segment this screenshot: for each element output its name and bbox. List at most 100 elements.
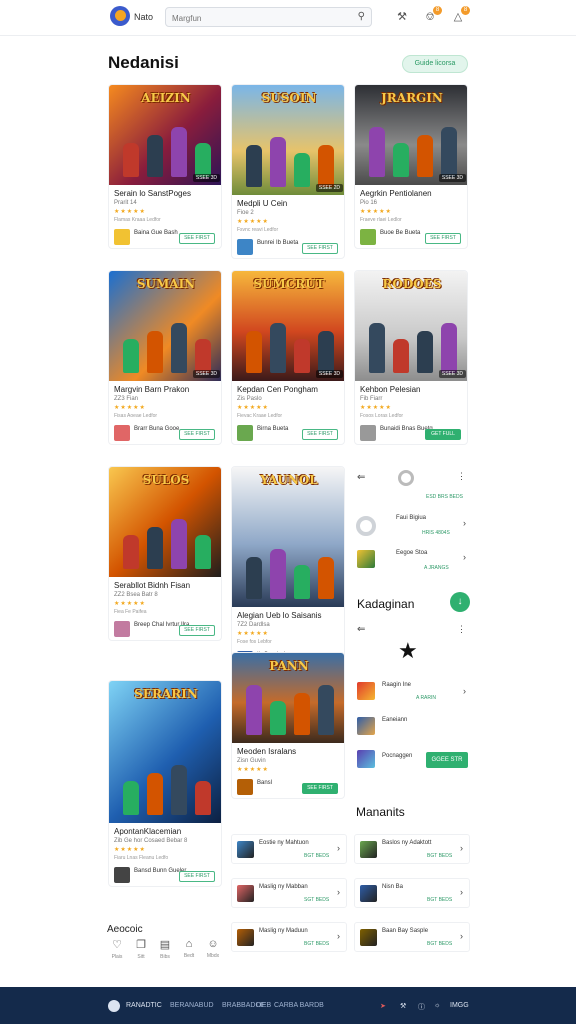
card-footer: Baina Gue Bash SEE FIRST — [109, 226, 221, 248]
bottom-nav-item[interactable]: ▤ Bibs — [155, 938, 175, 960]
app-logo[interactable] — [110, 6, 130, 26]
bottom-nav-item[interactable]: ♡ Plais — [107, 938, 127, 960]
game-card[interactable]: JRARGIN SSEE 3D Aegrkin Pentiolanen Pio 16 ★… — [354, 84, 468, 249]
bottom-nav-item[interactable]: ❐ Sitt — [131, 938, 151, 960]
developer-avatar[interactable] — [237, 425, 253, 441]
back-arrow-icon[interactable]: ⇐ — [357, 624, 365, 635]
developer-avatar[interactable] — [360, 425, 376, 441]
cover-tag: SSEE 3D — [438, 174, 466, 182]
cart-icon[interactable]: △ 8 — [450, 6, 470, 25]
cover-tag: SSEE 3D — [438, 370, 466, 378]
footer-link-4[interactable]: CARBA BARDB — [274, 1002, 324, 1009]
info-icon[interactable]: ⓘ — [418, 1002, 425, 1012]
game-card[interactable]: AEIZIN SSEE 3D Serain lo SanstPoges Prarit … — [108, 84, 222, 249]
list-item[interactable]: Maslig ny Maduun BGT BEDS › — [231, 922, 347, 952]
game-cover-art[interactable]: AEIZIN SSEE 3D — [109, 85, 221, 185]
search-icon[interactable]: ⚲ — [358, 11, 365, 22]
developer-avatar[interactable] — [237, 239, 253, 255]
side-get-button[interactable]: GGEE STR — [426, 752, 468, 768]
game-card[interactable]: YAUNOL Alegian Ueb lo Saisanis 7Z2 Dardlsa… — [231, 466, 345, 671]
character-figure — [441, 323, 457, 373]
game-card[interactable]: PANN Meoden Isralans Zisn Guvin ★★★★★ Bansl S… — [231, 652, 345, 799]
chevron-right-icon[interactable]: › — [460, 931, 463, 941]
game-cover-title: JRARGIN — [381, 91, 443, 105]
game-card[interactable]: SUSOIN SSEE 2D Medpli U Cein Fioe 2 ★★★★★ Fsv… — [231, 84, 345, 259]
character-figure — [393, 143, 409, 177]
bottom-nav-item[interactable]: ⌂ Bedt — [179, 938, 199, 959]
game-cover-art[interactable]: PANN — [232, 653, 344, 743]
list-item[interactable]: Nisn Ba BGT BEDS › — [354, 878, 470, 908]
chevron-right-icon[interactable]: › — [463, 518, 466, 528]
game-cover-art[interactable]: SUMCRUT SSEE 3D — [232, 271, 344, 381]
game-thumb-icon[interactable] — [357, 550, 375, 568]
footer-link-1[interactable]: BERANABUD — [170, 1002, 214, 1009]
game-card[interactable]: RODOES SSEE 3D Kehbon Pelesian Fib Fiarr ★★★… — [354, 270, 468, 445]
list-item[interactable]: Baslos ny Adaktott BGT BEDS › — [354, 834, 470, 864]
bell-icon[interactable]: ⎊ 8 — [422, 6, 442, 25]
game-cover-art[interactable]: SULOS — [109, 467, 221, 577]
chevron-right-icon[interactable]: › — [463, 552, 466, 562]
card-action-button[interactable]: SEE FIRST — [302, 243, 338, 254]
card-action-button[interactable]: SEE FIRST — [179, 871, 215, 882]
card-action-button[interactable]: SEE FIRST — [179, 625, 215, 636]
game-title: Alegian Ueb lo Saisanis — [237, 611, 322, 620]
developer-avatar[interactable] — [114, 867, 130, 883]
game-thumb-icon[interactable] — [357, 682, 375, 700]
footer-logo-icon[interactable] — [108, 1000, 120, 1012]
game-card[interactable]: SUMAIN SSEE 3D Margvin Barn Prakon ZZ3 Fian… — [108, 270, 222, 445]
game-cover-art[interactable]: YAUNOL — [232, 467, 344, 607]
game-cover-art[interactable]: SERARIN — [109, 681, 221, 823]
search-box[interactable]: ⚲ — [165, 7, 372, 28]
chevron-right-icon[interactable]: › — [460, 843, 463, 853]
developer-name: Brarr Buna Gooe — [134, 426, 180, 432]
world-icon[interactable]: ☼ — [434, 1002, 440, 1009]
game-cover-art[interactable]: SUMAIN SSEE 3D — [109, 271, 221, 381]
more-icon[interactable]: ⋮ — [457, 471, 466, 482]
footer-right-label: IMGG — [450, 1002, 469, 1009]
developer-avatar[interactable] — [237, 779, 253, 795]
rating-stars: ★★★★★ — [237, 631, 269, 637]
rocket-icon[interactable]: ➤ — [380, 1002, 386, 1010]
developer-avatar[interactable] — [114, 425, 130, 441]
list-item-title: Nisn Ba — [382, 884, 404, 890]
card-action-button[interactable]: SEE FIRST — [302, 429, 338, 440]
search-input[interactable] — [166, 9, 346, 28]
wrench-icon[interactable]: ⚒ — [394, 9, 410, 25]
tool-icon[interactable]: ⚒ — [400, 1002, 406, 1010]
chevron-right-icon[interactable]: › — [463, 686, 466, 696]
rating-stars: ★★★★★ — [237, 767, 269, 773]
list-item[interactable]: Maslig ny Mabban SGT BEDS › — [231, 878, 347, 908]
search-icon[interactable] — [398, 470, 414, 486]
game-subtitle: Zisn Guvin — [237, 758, 266, 764]
game-title: Kepdan Cen Pongham — [237, 385, 318, 394]
guide-pill-button[interactable]: Guide licorsa — [402, 55, 468, 73]
game-cover-art[interactable]: SUSOIN SSEE 2D — [232, 85, 344, 195]
chevron-right-icon[interactable]: › — [337, 887, 340, 897]
chevron-right-icon[interactable]: › — [460, 887, 463, 897]
chevron-right-icon[interactable]: › — [337, 843, 340, 853]
card-action-button[interactable]: GET FULL — [425, 429, 461, 440]
game-card[interactable]: SULOS Serabllot Bidnh Fisan ZZ2 Bsea Batr … — [108, 466, 222, 641]
game-card[interactable]: SUMCRUT SSEE 3D Kepdan Cen Pongham Zis Pasl… — [231, 270, 345, 445]
list-item[interactable]: Eostie ny Mahtuon BGT BEDS › — [231, 834, 347, 864]
game-cover-art[interactable]: JRARGIN SSEE 3D — [355, 85, 467, 185]
more-icon[interactable]: ⋮ — [457, 624, 466, 635]
card-action-button[interactable]: SEE FIRST — [302, 783, 338, 794]
developer-avatar[interactable] — [114, 229, 130, 245]
card-footer: Bunaidi Bnas Buetg GET FULL — [355, 422, 467, 444]
developer-avatar[interactable] — [360, 229, 376, 245]
game-card[interactable]: SERARIN ApontanKlacemian Zib Ge hor Cosaed… — [108, 680, 222, 887]
back-arrow-icon[interactable]: ⇐ — [357, 472, 365, 483]
list-item[interactable]: Baan Bay Sasple BGT BEDS › — [354, 922, 470, 952]
bottom-nav-item[interactable]: ☺ Mbdx — [203, 938, 223, 959]
game-thumb-icon[interactable] — [357, 750, 375, 768]
game-cover-art[interactable]: RODOES SSEE 3D — [355, 271, 467, 381]
footer-link-3[interactable]: LIEB — [256, 1002, 271, 1009]
developer-avatar[interactable] — [114, 621, 130, 637]
card-action-button[interactable]: SEE FIRST — [179, 429, 215, 440]
game-thumb-icon[interactable] — [357, 717, 375, 735]
card-action-button[interactable]: SEE FIRST — [425, 233, 461, 244]
download-icon[interactable]: ↓ — [450, 592, 470, 612]
chevron-right-icon[interactable]: › — [337, 931, 340, 941]
card-action-button[interactable]: SEE FIRST — [179, 233, 215, 244]
